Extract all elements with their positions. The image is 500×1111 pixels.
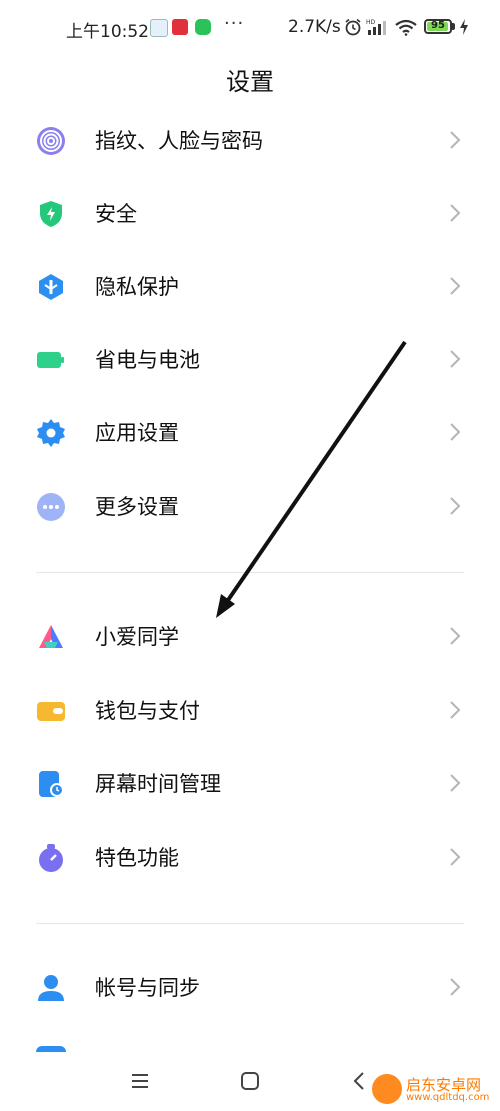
settings-item-privacy[interactable]: 隐私保护 [0, 254, 500, 318]
settings-item-label: 安全 [95, 202, 137, 226]
battery-indicator: 95 [424, 19, 452, 34]
settings-item-label: 隐私保护 [95, 275, 179, 299]
settings-item-label: 小爱同学 [95, 625, 179, 649]
svg-text:HD: HD [366, 19, 376, 26]
alarm-icon [345, 18, 361, 36]
settings-item-label: 屏幕时间管理 [95, 772, 221, 796]
settings-item-screen-time[interactable]: 屏幕时间管理 [0, 751, 500, 815]
screen-time-icon [39, 771, 64, 797]
menu-icon[interactable] [120, 1066, 160, 1096]
home-icon[interactable] [230, 1066, 270, 1096]
chevron-right-icon [450, 350, 461, 368]
chevron-right-icon [450, 848, 461, 866]
gear-icon [37, 419, 65, 447]
chevron-right-icon [450, 423, 461, 441]
wechat-icon [195, 19, 211, 35]
account-icon [38, 975, 64, 1001]
more-notifications-icon: ··· [224, 13, 245, 34]
battery-level: 95 [431, 20, 445, 31]
settings-item-xiaoai[interactable]: 小爱同学 [0, 604, 500, 668]
settings-item-battery[interactable]: 省电与电池 [0, 327, 500, 391]
watermark-logo [372, 1074, 402, 1104]
chevron-right-icon [450, 204, 461, 222]
settings-item-label: 钱包与支付 [95, 699, 200, 723]
notification-red-app-icon [172, 19, 188, 35]
settings-item-fingerprint[interactable]: 指纹、人脸与密码 [0, 108, 500, 172]
settings-item-security[interactable]: 安全 [0, 181, 500, 245]
chevron-right-icon [450, 701, 461, 719]
privacy-icon [39, 274, 63, 300]
page-title: 设置 [226, 68, 274, 96]
chevron-right-icon [450, 131, 461, 149]
shield-icon [40, 201, 62, 227]
wallet-icon [37, 702, 65, 721]
settings-item-wallet[interactable]: 钱包与支付 [0, 678, 500, 742]
battery-icon [37, 352, 64, 368]
feature-icon [39, 844, 63, 872]
settings-item-label: 省电与电池 [95, 348, 200, 372]
settings-screen: 上午10:52 ··· 2.7K/s HD 95 设置 指纹、人脸与密码 安全 … [0, 0, 500, 1111]
chevron-right-icon [450, 978, 461, 996]
fingerprint-icon [37, 127, 65, 155]
charging-icon [460, 19, 468, 35]
settings-item-label: 指纹、人脸与密码 [95, 129, 263, 153]
group-divider [36, 923, 464, 924]
settings-item-label: 更多设置 [95, 495, 179, 519]
site-watermark: 启东安卓网 www.qdltdq.com [372, 1072, 500, 1108]
signal-hd-icon: HD [366, 19, 386, 35]
settings-item-label: 应用设置 [95, 421, 179, 445]
status-bar: 上午10:52 ··· 2.7K/s HD 95 [0, 0, 500, 56]
network-speed: 2.7K/s [288, 17, 341, 37]
wifi-icon [395, 19, 417, 36]
settings-item-app-settings[interactable]: 应用设置 [0, 400, 500, 464]
more-icon [37, 493, 65, 521]
settings-item-label: 帐号与同步 [95, 976, 200, 1000]
settings-item-account[interactable]: 帐号与同步 [0, 955, 500, 1019]
watermark-url: www.qdltdq.com [406, 1092, 490, 1103]
chevron-right-icon [450, 627, 461, 645]
settings-item-features[interactable]: 特色功能 [0, 825, 500, 889]
status-time: 上午10:52 [66, 22, 149, 42]
group-divider [36, 572, 464, 573]
settings-item-label: 特色功能 [95, 846, 179, 870]
battery-cap [452, 23, 455, 30]
chevron-right-icon [450, 277, 461, 295]
settings-item-more[interactable]: 更多设置 [0, 474, 500, 538]
chevron-right-icon [450, 497, 461, 515]
notification-app-icon [150, 19, 168, 37]
chevron-right-icon [450, 774, 461, 792]
xiaoai-icon [39, 625, 63, 648]
